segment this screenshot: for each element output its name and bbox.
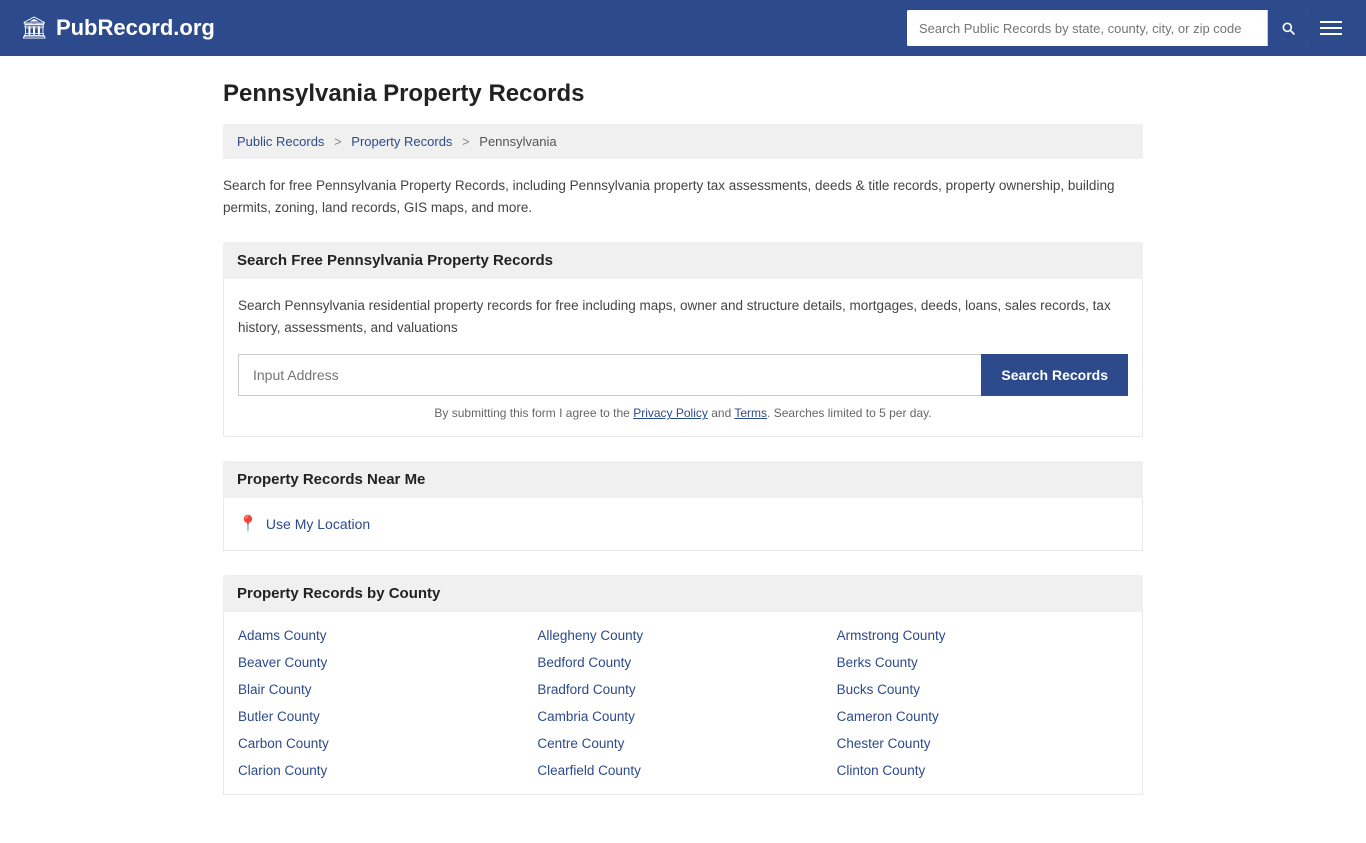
breadcrumb: Public Records > Property Records > Penn… (223, 124, 1143, 159)
hamburger-line-1 (1320, 21, 1342, 23)
county-grid: Adams County Allegheny County Armstrong Co… (238, 628, 1128, 778)
and-word: and (711, 406, 731, 420)
hamburger-line-2 (1320, 27, 1342, 29)
near-me-body: 📍 Use My Location (223, 498, 1143, 551)
limit-text: . Searches limited to 5 per day. (767, 406, 932, 420)
disclaimer-text: By submitting this form I agree to the (434, 406, 629, 420)
header: 🏛 PubRecord.org (0, 0, 1366, 56)
county-link[interactable]: Bradford County (537, 682, 828, 697)
county-link[interactable]: Centre County (537, 736, 828, 751)
header-search-button[interactable] (1267, 10, 1308, 46)
search-description: Search Pennsylvania residential property… (238, 295, 1128, 338)
breadcrumb-sep-1: > (334, 134, 342, 149)
county-link[interactable]: Cameron County (837, 709, 1128, 724)
location-icon: 📍 (238, 514, 258, 534)
breadcrumb-current: Pennsylvania (479, 134, 556, 149)
search-section: Search Free Pennsylvania Property Record… (223, 242, 1143, 437)
county-section: Property Records by County Adams CountyA… (223, 575, 1143, 795)
county-section-header: Property Records by County (223, 575, 1143, 612)
use-location-label: Use My Location (266, 516, 370, 532)
county-link[interactable]: Clearfield County (537, 763, 828, 778)
county-link[interactable]: Bedford County (537, 655, 828, 670)
hamburger-menu-button[interactable] (1316, 17, 1346, 39)
logo-link[interactable]: 🏛 PubRecord.org (20, 15, 215, 41)
county-link[interactable]: Beaver County (238, 655, 529, 670)
main-content: Pennsylvania Property Records Public Rec… (203, 56, 1163, 843)
header-right (907, 10, 1346, 46)
county-link[interactable]: Carbon County (238, 736, 529, 751)
logo-text: PubRecord.org (56, 15, 215, 41)
page-title: Pennsylvania Property Records (223, 80, 1143, 108)
search-icon (1280, 20, 1296, 36)
county-link[interactable]: Armstrong County (837, 628, 1128, 643)
page-description: Search for free Pennsylvania Property Re… (223, 175, 1143, 218)
use-location-link[interactable]: 📍 Use My Location (238, 514, 1128, 534)
county-link[interactable]: Allegheny County (537, 628, 828, 643)
search-records-button[interactable]: Search Records (981, 354, 1128, 396)
near-me-section: Property Records Near Me 📍 Use My Locati… (223, 461, 1143, 551)
header-search-input[interactable] (907, 10, 1267, 46)
county-link[interactable]: Chester County (837, 736, 1128, 751)
search-form: Search Records (238, 354, 1128, 396)
breadcrumb-sep-2: > (462, 134, 470, 149)
county-link[interactable]: Clinton County (837, 763, 1128, 778)
address-input[interactable] (238, 354, 981, 396)
county-link[interactable]: Adams County (238, 628, 529, 643)
county-link[interactable]: Bucks County (837, 682, 1128, 697)
county-link[interactable]: Cambria County (537, 709, 828, 724)
county-link[interactable]: Berks County (837, 655, 1128, 670)
county-link[interactable]: Blair County (238, 682, 529, 697)
search-section-body: Search Pennsylvania residential property… (223, 279, 1143, 437)
breadcrumb-property-records[interactable]: Property Records (351, 134, 452, 149)
near-me-section-header: Property Records Near Me (223, 461, 1143, 498)
header-search-wrapper (907, 10, 1308, 46)
form-disclaimer: By submitting this form I agree to the P… (238, 406, 1128, 420)
county-link[interactable]: Butler County (238, 709, 529, 724)
breadcrumb-public-records[interactable]: Public Records (237, 134, 324, 149)
hamburger-line-3 (1320, 33, 1342, 35)
county-link[interactable]: Clarion County (238, 763, 529, 778)
terms-link[interactable]: Terms (734, 406, 767, 420)
search-section-header: Search Free Pennsylvania Property Record… (223, 242, 1143, 279)
privacy-policy-link[interactable]: Privacy Policy (633, 406, 708, 420)
building-icon: 🏛 (20, 15, 48, 41)
